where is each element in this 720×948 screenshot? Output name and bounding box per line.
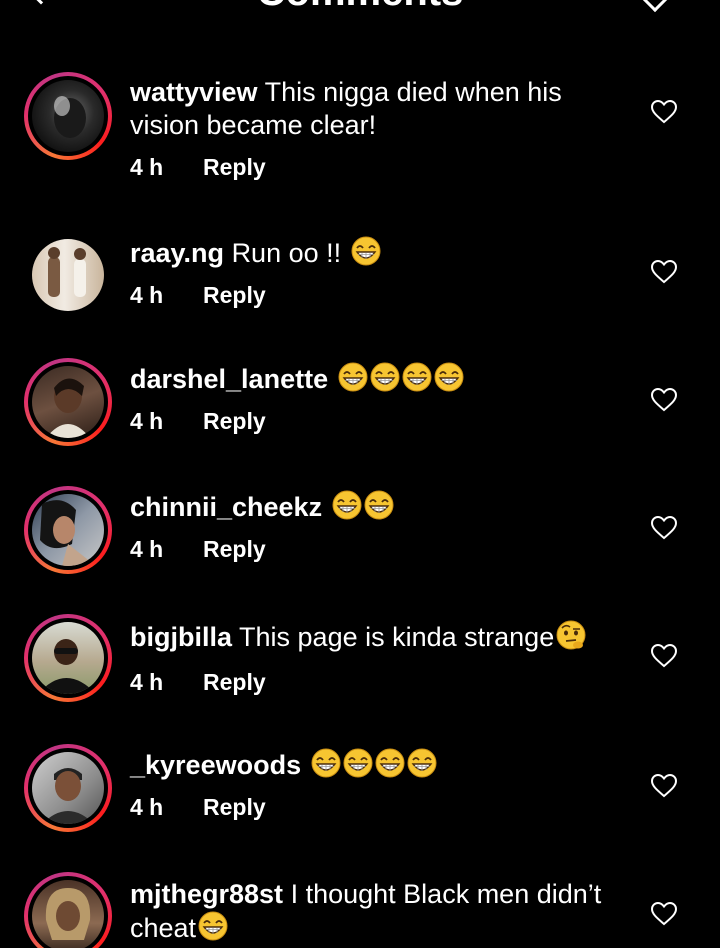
grin-emoji-group (309, 748, 437, 780)
comment-body: This page is kinda strange (239, 622, 555, 652)
grin-emoji-group (349, 236, 381, 268)
grin-emoji-group (336, 362, 464, 394)
heart-outline-icon[interactable] (651, 644, 677, 668)
comment-username[interactable]: _kyreewoods (130, 750, 301, 780)
grin-emoji-icon (332, 490, 362, 520)
grin-emoji-icon (338, 362, 368, 392)
comment-text: mjthegr88st I thought Black men didn’t c… (130, 878, 620, 945)
comment-time: 4 h (130, 408, 164, 434)
avatar[interactable] (24, 614, 112, 702)
comment-username[interactable]: bigjbilla (130, 622, 232, 652)
avatar[interactable] (24, 358, 112, 446)
comment-time: 4 h (130, 669, 164, 695)
comment-meta: 4 h Reply (130, 536, 266, 563)
avatar[interactable] (24, 486, 112, 574)
reply-button[interactable]: Reply (203, 669, 266, 695)
grin-emoji-icon (434, 362, 464, 392)
comment-username[interactable]: mjthegr88st (130, 879, 283, 909)
avatar[interactable] (24, 744, 112, 832)
grin-emoji-group (330, 490, 394, 522)
grin-emoji-icon (364, 490, 394, 520)
avatar[interactable] (24, 872, 112, 948)
comment-meta: 4 h Reply (130, 154, 266, 181)
grin-emoji-group (196, 911, 228, 943)
comment-text: raay.ng Run oo !! (130, 236, 620, 270)
comment-username[interactable]: raay.ng (130, 238, 224, 268)
reply-button[interactable]: Reply (203, 408, 266, 434)
comment-time: 4 h (130, 536, 164, 562)
grin-emoji-icon (407, 748, 437, 778)
comment-username[interactable]: chinnii_cheekz (130, 492, 322, 522)
heart-outline-icon[interactable] (651, 774, 677, 798)
grin-emoji-icon (198, 911, 228, 941)
heart-outline-icon[interactable] (651, 902, 677, 926)
heart-outline-icon[interactable] (651, 516, 677, 540)
page-title: Comments (0, 0, 720, 15)
raised-eyebrow-emoji (554, 620, 586, 652)
grin-emoji-icon (311, 748, 341, 778)
raised-eyebrow-emoji-icon (556, 620, 586, 650)
comment-text: wattyview This nigga died when his visio… (130, 76, 620, 142)
comment-meta: 4 h Reply (130, 794, 266, 821)
heart-outline-icon[interactable] (651, 100, 677, 124)
reply-button[interactable]: Reply (203, 794, 266, 820)
comment-text: darshel_lanette (130, 362, 620, 396)
comment-time: 4 h (130, 154, 164, 180)
heart-outline-icon[interactable] (651, 388, 677, 412)
comment-time: 4 h (130, 794, 164, 820)
avatar[interactable] (32, 239, 104, 311)
comment-time: 4 h (130, 282, 164, 308)
comment-body: Run oo !! (231, 238, 342, 268)
comment-meta: 4 h Reply (130, 408, 266, 435)
heart-outline-icon[interactable] (651, 260, 677, 284)
comment-meta: 4 h Reply (130, 669, 266, 696)
comments-header: Comments (0, 0, 720, 16)
grin-emoji-icon (351, 236, 381, 266)
reply-button[interactable]: Reply (203, 282, 266, 308)
grin-emoji-icon (343, 748, 373, 778)
comment-meta: 4 h Reply (130, 282, 266, 309)
grin-emoji-icon (370, 362, 400, 392)
avatar[interactable] (24, 72, 112, 160)
comment-username[interactable]: darshel_lanette (130, 364, 328, 394)
reply-button[interactable]: Reply (203, 536, 266, 562)
comment-text: bigjbilla This page is kinda strange (130, 620, 620, 654)
grin-emoji-icon (375, 748, 405, 778)
reply-button[interactable]: Reply (203, 154, 266, 180)
comment-text: _kyreewoods (130, 748, 620, 782)
grin-emoji-icon (402, 362, 432, 392)
comment-username[interactable]: wattyview (130, 77, 258, 107)
comment-text: chinnii_cheekz (130, 490, 620, 524)
